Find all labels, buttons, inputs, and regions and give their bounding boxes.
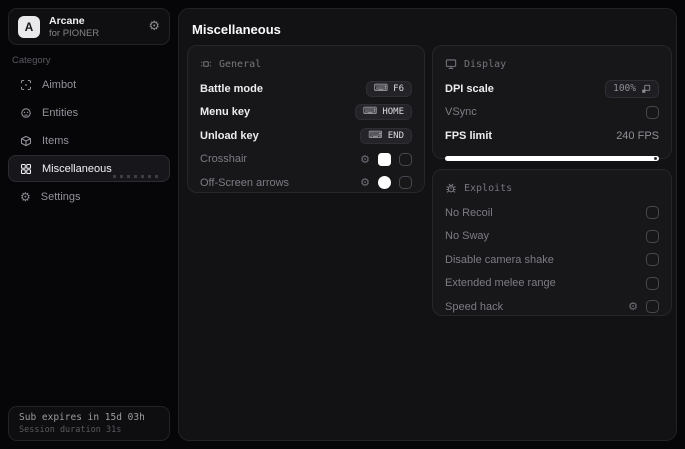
no-recoil-label: No Recoil	[445, 206, 493, 219]
dpi-scale-value: 100%	[613, 83, 636, 95]
menu-key-key: HOME	[382, 107, 404, 118]
general-card-header: General	[200, 55, 412, 73]
settings-icon: ⚙	[20, 189, 31, 204]
vsync-checkbox[interactable]	[646, 105, 659, 119]
sidebar-item-label: Items	[42, 134, 69, 147]
fps-limit-slider[interactable]	[445, 155, 659, 161]
speed-hack-label: Speed hack	[445, 300, 504, 313]
miscellaneous-icon	[20, 163, 32, 174]
unload-key-label: Unload key	[200, 129, 259, 142]
exploits-card-header: Exploits	[445, 179, 659, 197]
category-label: Category	[12, 55, 51, 66]
keyboard-icon: ⌨	[368, 129, 383, 141]
general-icon	[201, 61, 211, 67]
battle-mode-keybind-button[interactable]: ⌨ F6	[365, 80, 412, 97]
dpi-scale-label: DPI scale	[445, 82, 494, 95]
sidebar: A Arcane for PIONER ⚙ Category Aimbot En…	[0, 0, 178, 449]
disable-camera-shake-label: Disable camera shake	[445, 253, 554, 266]
offscreen-arrows-label: Off-Screen arrows	[200, 176, 290, 189]
subscription-info-card: Sub expires in 15d 03h Session duration …	[8, 406, 170, 441]
crosshair-config-gear-icon[interactable]: ⚙	[360, 153, 370, 166]
crosshair-controls: ⚙	[360, 152, 412, 166]
vsync-row: VSync	[445, 101, 659, 125]
crosshair-color-swatch[interactable]	[378, 152, 391, 166]
unload-key-keybind-button[interactable]: ⌨ END	[360, 127, 412, 144]
battle-mode-label: Battle mode	[200, 82, 263, 95]
aimbot-icon	[20, 79, 32, 90]
general-card-title: General	[219, 58, 262, 70]
sidebar-item-items[interactable]: Items	[8, 127, 170, 154]
sidebar-nav: Aimbot Entities Items Miscellaneous ⚙ Se…	[8, 71, 170, 211]
unload-key-row: Unload key ⌨ END	[200, 124, 412, 148]
battle-mode-row: Battle mode ⌨ F6	[200, 77, 412, 101]
no-sway-row: No Sway	[445, 225, 659, 249]
extended-melee-range-label: Extended melee range	[445, 277, 556, 290]
items-icon	[20, 135, 32, 146]
app-logo: A	[18, 15, 40, 38]
keyboard-icon: ⌨	[373, 82, 389, 94]
dpi-scale-row: DPI scale 100%	[445, 77, 659, 101]
exploits-card: Exploits No Recoil No Sway Disable camer…	[432, 169, 672, 316]
unload-key-key: END	[387, 130, 404, 141]
offscreen-arrows-color-swatch[interactable]	[378, 176, 391, 190]
vsync-label: VSync	[445, 106, 477, 119]
sidebar-item-label: Settings	[40, 190, 81, 203]
extended-melee-range-checkbox[interactable]	[646, 276, 659, 290]
no-sway-checkbox[interactable]	[646, 229, 659, 243]
no-recoil-checkbox[interactable]	[646, 206, 659, 220]
dpi-scale-selector[interactable]: 100%	[605, 79, 659, 98]
crosshair-label: Crosshair	[200, 153, 248, 166]
sidebar-item-label: Aimbot	[42, 78, 77, 91]
sidebar-item-aimbot[interactable]: Aimbot	[8, 71, 170, 98]
offscreen-arrows-controls: ⚙	[360, 176, 412, 190]
speed-hack-controls: ⚙	[628, 300, 659, 314]
sidebar-item-settings[interactable]: ⚙ Settings	[8, 183, 170, 210]
sidebar-item-label: Miscellaneous	[42, 162, 112, 175]
no-recoil-row: No Recoil	[445, 201, 659, 225]
entities-icon	[21, 107, 31, 118]
crosshair-row: Crosshair ⚙	[200, 148, 412, 172]
speed-hack-row: Speed hack ⚙	[445, 295, 659, 319]
menu-key-keybind-button[interactable]: ⌨ HOME	[354, 104, 412, 121]
sidebar-item-entities[interactable]: Entities	[8, 99, 170, 126]
fps-limit-value: 240 FPS	[616, 129, 659, 142]
display-card-header: Display	[445, 55, 659, 73]
menu-key-row: Menu key ⌨ HOME	[200, 101, 412, 125]
selected-item-dots-decoration	[113, 175, 159, 178]
page-title: Miscellaneous	[192, 22, 281, 37]
main-panel: Miscellaneous General Battle mode ⌨ F6 M…	[178, 8, 677, 441]
keyboard-icon: ⌨	[362, 106, 378, 118]
sub-expiry-text: Sub expires in 15d 03h	[19, 412, 145, 423]
display-icon	[445, 59, 457, 69]
extended-melee-range-row: Extended melee range	[445, 272, 659, 296]
sidebar-item-label: Entities	[42, 106, 79, 119]
exploits-card-title: Exploits	[464, 182, 513, 194]
battle-mode-key: F6	[393, 83, 404, 94]
app-name: Arcane	[49, 14, 85, 27]
fps-limit-slider-handle[interactable]	[654, 156, 657, 160]
fps-limit-label: FPS limit	[445, 129, 493, 142]
fps-limit-row: FPS limit 240 FPS	[445, 124, 659, 148]
app-subtitle: for PIONER	[49, 27, 100, 39]
speed-hack-config-gear-icon[interactable]: ⚙	[628, 300, 638, 313]
session-duration-text: Session duration 31s	[19, 425, 122, 435]
disable-camera-shake-checkbox[interactable]	[646, 253, 659, 267]
general-card: General Battle mode ⌨ F6 Menu key ⌨ HOME…	[187, 45, 425, 193]
offscreen-arrows-checkbox[interactable]	[399, 176, 412, 190]
scale-icon	[642, 84, 651, 93]
speed-hack-checkbox[interactable]	[646, 300, 659, 314]
disable-camera-shake-row: Disable camera shake	[445, 248, 659, 272]
crosshair-checkbox[interactable]	[399, 152, 412, 166]
offscreen-arrows-row: Off-Screen arrows ⚙	[200, 171, 412, 195]
no-sway-label: No Sway	[445, 230, 490, 243]
app-header-card: A Arcane for PIONER ⚙	[8, 8, 170, 45]
exploits-bug-icon	[446, 183, 456, 193]
sidebar-item-miscellaneous[interactable]: Miscellaneous	[8, 155, 170, 182]
app-title-block: Arcane for PIONER	[49, 15, 148, 39]
display-card-title: Display	[464, 58, 507, 70]
menu-key-label: Menu key	[200, 106, 251, 119]
display-card: Display DPI scale 100% VSync FPS limit 2…	[432, 45, 672, 161]
offscreen-arrows-config-gear-icon[interactable]: ⚙	[360, 176, 370, 189]
settings-gear-icon[interactable]: ⚙	[148, 19, 160, 34]
